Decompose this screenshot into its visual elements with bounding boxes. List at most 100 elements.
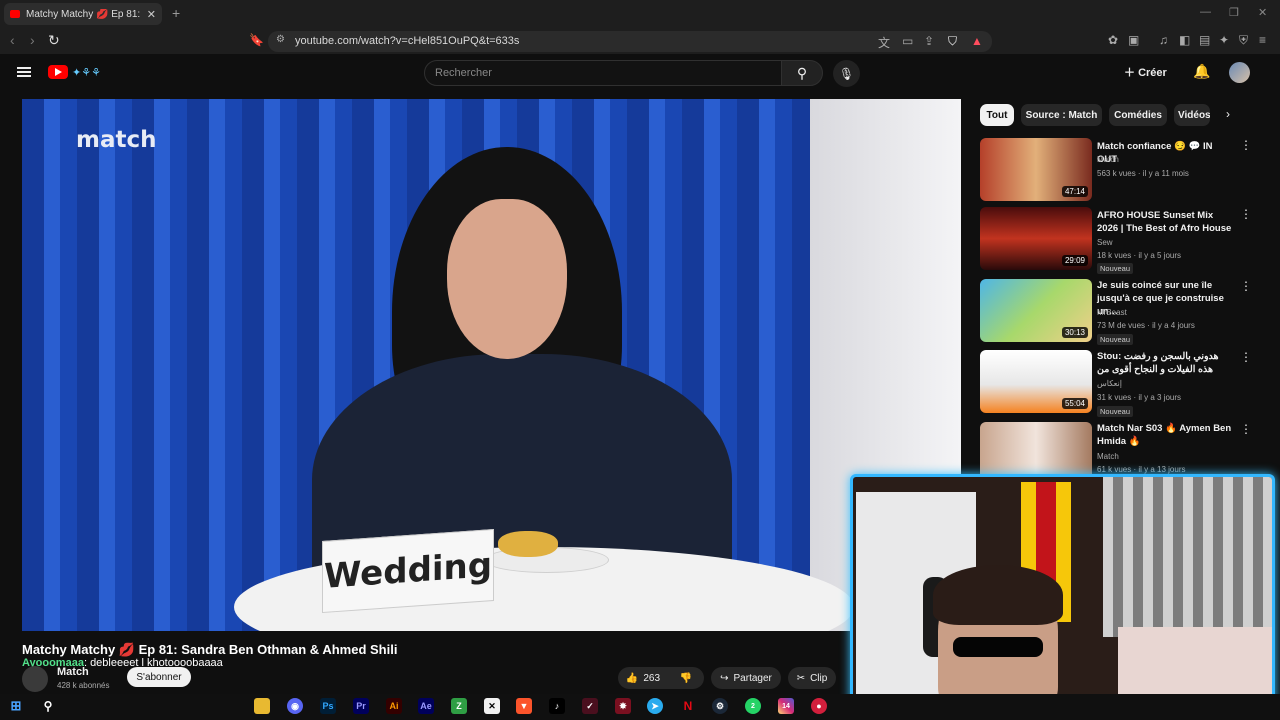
maximize-icon[interactable]: ❐: [1229, 6, 1239, 19]
video-thumbnail[interactable]: 47:14: [980, 138, 1092, 201]
instagram-icon[interactable]: 14: [778, 698, 794, 714]
app-circle-icon[interactable]: ●: [811, 698, 827, 714]
menu-icon[interactable]: ≡: [1259, 33, 1266, 47]
share-page-icon[interactable]: ⇪: [924, 34, 934, 48]
recommendation-item[interactable]: Match Nar S03 🔥 Aymen Ben Hmida 🔥 Match …: [980, 422, 1250, 474]
more-actions-icon[interactable]: ⋮: [1240, 207, 1252, 221]
bookmark-icon[interactable]: 🔖: [249, 33, 264, 47]
recommendation-item[interactable]: 47:14 Match confiance 😏 💬 IN OUT Match 5…: [980, 138, 1252, 204]
channel-avatar[interactable]: [22, 666, 48, 692]
more-actions-icon[interactable]: ⋮: [1240, 279, 1252, 293]
create-label: Créer: [1138, 67, 1167, 79]
voice-search-icon[interactable]: 🎙: [833, 60, 860, 87]
reload-icon[interactable]: ↻: [48, 32, 60, 49]
notifications-icon[interactable]: 🔔: [1193, 63, 1210, 80]
video-thumbnail[interactable]: [980, 422, 1092, 474]
more-actions-icon[interactable]: ⋮: [1240, 138, 1252, 152]
browser-tab[interactable]: Matchy Matchy 💋 Ep 81: Sandr… ✕: [4, 3, 162, 25]
search-icon: ⚲: [796, 64, 808, 81]
aftereffects-icon[interactable]: Ae: [418, 698, 434, 714]
steam-icon[interactable]: ⚙: [712, 698, 728, 714]
wallet-icon[interactable]: ▤: [1199, 33, 1210, 47]
leo-ai-icon[interactable]: ✦: [1219, 33, 1229, 47]
video-frame-cake: [498, 531, 558, 557]
translate-icon[interactable]: 文: [878, 34, 890, 51]
site-settings-icon[interactable]: ⚙: [276, 34, 285, 45]
recommendation-title[interactable]: Stou: هدوني بالسجن و رفضت هذه الفيلات و …: [1097, 350, 1235, 376]
discord-icon[interactable]: ◉: [287, 698, 303, 714]
app-green-icon[interactable]: Z: [451, 698, 467, 714]
illustrator-icon[interactable]: Ai: [386, 698, 402, 714]
brave-shield-icon[interactable]: ⛉: [948, 34, 957, 49]
recommendation-item[interactable]: 29:09 AFRO HOUSE Sunset Mix 2026 | The B…: [980, 207, 1252, 274]
subscribe-button[interactable]: S'abonner: [127, 667, 191, 687]
back-icon[interactable]: ‹: [10, 32, 15, 48]
account-avatar[interactable]: [1229, 62, 1250, 83]
more-actions-icon[interactable]: ⋮: [1240, 350, 1252, 364]
premiere-icon[interactable]: Pr: [353, 698, 369, 714]
share-button[interactable]: ↪ Partager: [711, 667, 781, 689]
chip-source-match[interactable]: Source : Match: [1021, 104, 1102, 126]
recommendation-channel[interactable]: إنعكاس: [1097, 379, 1122, 388]
chip-videos[interactable]: Vidéos s: [1174, 104, 1210, 126]
instagram-badge: 14: [782, 702, 790, 710]
recommendation-channel[interactable]: MrBeast: [1097, 308, 1127, 317]
dislike-button[interactable]: 👎: [668, 667, 704, 689]
recommendation-title[interactable]: AFRO HOUSE Sunset Mix 2026 | The Best of…: [1097, 209, 1235, 235]
files-icon[interactable]: [254, 698, 270, 714]
video-player[interactable]: Wedding match: [22, 99, 961, 631]
search-icon[interactable]: ⚲: [40, 698, 56, 714]
url-bar[interactable]: ⚙ youtube.com/watch?v=cHel851OuPQ&t=633s…: [268, 31, 992, 52]
telegram-icon[interactable]: ➤: [647, 698, 663, 714]
chips-next-icon[interactable]: ›: [1226, 107, 1230, 121]
windows-icon[interactable]: ⊞: [8, 698, 24, 714]
search-button[interactable]: ⚲: [781, 60, 823, 86]
doodle-icon[interactable]: ✦⚘⚘: [72, 66, 101, 79]
webcam-sunglasses: [953, 637, 1043, 657]
netflix-icon[interactable]: N: [680, 698, 696, 714]
recommendation-title[interactable]: Match Nar S03 🔥 Aymen Ben Hmida 🔥: [1097, 422, 1235, 448]
media-icon[interactable]: ♫: [1159, 33, 1168, 47]
video-thumbnail[interactable]: 29:09: [980, 207, 1092, 270]
share-label: Partager: [733, 672, 772, 684]
recommendation-channel[interactable]: Match: [1097, 155, 1119, 164]
search-input[interactable]: Rechercher: [424, 60, 782, 86]
tab-close-icon[interactable]: ✕: [147, 8, 156, 21]
window-close-icon[interactable]: ✕: [1258, 6, 1267, 19]
video-thumbnail[interactable]: 55:04: [980, 350, 1092, 413]
capcut-icon[interactable]: ✕: [484, 698, 500, 714]
photoshop-icon[interactable]: Ps: [320, 698, 336, 714]
whatsapp-icon[interactable]: 2: [745, 698, 761, 714]
minimize-icon[interactable]: —: [1200, 6, 1211, 18]
forward-icon[interactable]: ›: [30, 32, 35, 48]
brave-icon[interactable]: ▼: [516, 698, 532, 714]
create-button[interactable]: ＋ Créer: [1124, 64, 1167, 80]
guide-menu-icon[interactable]: [17, 67, 31, 77]
recommendation-item[interactable]: 30:13 Je suis coincé sur une île jusqu'à…: [980, 279, 1252, 345]
clip-button[interactable]: ✂ Clip: [788, 667, 836, 689]
sidebar-toggle-icon[interactable]: ◧: [1179, 33, 1190, 47]
screenshot-icon[interactable]: ▣: [1128, 33, 1139, 47]
app-game-icon[interactable]: ✸: [615, 698, 631, 714]
chip-tout[interactable]: Tout: [980, 104, 1014, 126]
video-thumbnail[interactable]: 30:13: [980, 279, 1092, 342]
recommendation-channel[interactable]: Match: [1097, 452, 1119, 461]
youtube-logo-icon[interactable]: [48, 65, 68, 79]
browser-toolbar: ‹ › ↻ 🔖 ⚙ youtube.com/watch?v=cHel851OuP…: [0, 28, 1280, 54]
clip-label: Clip: [810, 672, 828, 684]
cast-icon[interactable]: ▭: [902, 34, 913, 48]
more-actions-icon[interactable]: ⋮: [1240, 422, 1250, 436]
new-tab-button[interactable]: +: [172, 5, 180, 21]
recommendation-item[interactable]: 55:04 Stou: هدوني بالسجن و رفضت هذه الفي…: [980, 350, 1252, 417]
chip-comedies[interactable]: Comédies: [1109, 104, 1167, 126]
webcam-overlay: [850, 474, 1275, 712]
recommendation-meta: 73 M de vues · il y a 4 jours: [1097, 321, 1195, 330]
brave-rewards-icon[interactable]: ▲: [971, 34, 983, 48]
app-red-icon[interactable]: ✓: [582, 698, 598, 714]
vpn-icon[interactable]: ⛨: [1239, 33, 1248, 48]
extensions-icon[interactable]: ✿: [1108, 33, 1118, 47]
like-button[interactable]: 👍 263: [618, 667, 668, 689]
tiktok-icon[interactable]: ♪: [549, 698, 565, 714]
recommendation-channel[interactable]: Sew: [1097, 238, 1113, 247]
channel-name[interactable]: Match: [57, 666, 89, 678]
